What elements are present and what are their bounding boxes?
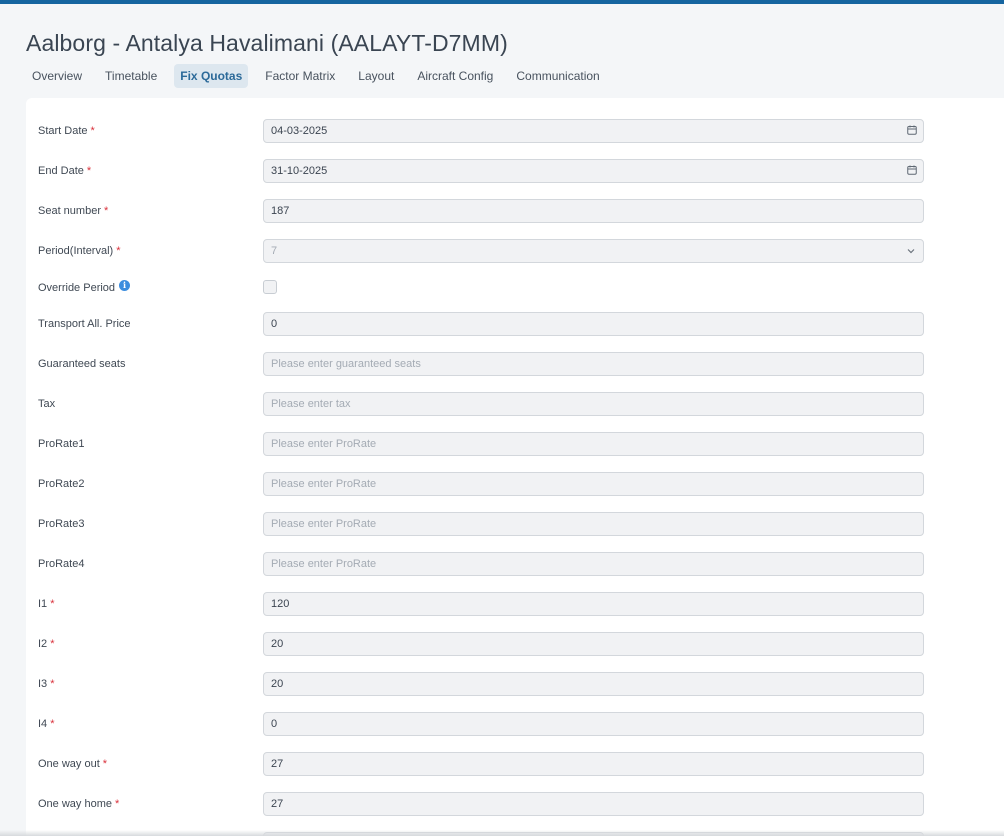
end-date-input[interactable] <box>263 159 924 183</box>
i2-input[interactable] <box>263 632 924 656</box>
form-row-end-date: End Date * <box>26 159 1004 183</box>
tab-overview[interactable]: Overview <box>26 64 88 88</box>
i1-input[interactable] <box>263 592 924 616</box>
form-row-prorate1: ProRate1 <box>26 432 1004 456</box>
chevron-down-icon[interactable] <box>907 248 915 254</box>
tax-label: Tax <box>38 398 56 410</box>
one-way-out-label: One way out <box>38 758 100 770</box>
tax-input[interactable] <box>263 392 924 416</box>
i3-label: I3 <box>38 678 48 690</box>
prorate2-label: ProRate2 <box>38 478 85 490</box>
override-period-checkbox[interactable] <box>263 280 277 294</box>
guaranteed-seats-input[interactable] <box>263 352 924 376</box>
calendar-icon[interactable] <box>907 165 917 175</box>
tab-aircraft-config[interactable]: Aircraft Config <box>411 64 499 88</box>
form-row-tax: Tax <box>26 392 1004 416</box>
required-marker: * <box>50 718 55 730</box>
calendar-icon[interactable] <box>907 125 917 135</box>
prorate4-label: ProRate4 <box>38 558 85 570</box>
form-row-i4: I4 * <box>26 712 1004 736</box>
form-row-period: Period(Interval) * 7 <box>26 239 1004 263</box>
seat-number-label: Seat number <box>38 205 101 217</box>
required-marker: * <box>50 598 55 610</box>
bottom-scroll-shadow <box>0 830 1004 836</box>
prorate3-label: ProRate3 <box>38 518 85 530</box>
tab-bar: Overview Timetable Fix Quotas Factor Mat… <box>26 64 617 88</box>
form-row-i3: I3 * <box>26 672 1004 696</box>
form-row-one-way-out: One way out * <box>26 752 1004 776</box>
form-row-override-period: Override Period i <box>26 276 1004 300</box>
guaranteed-seats-label: Guaranteed seats <box>38 358 126 370</box>
tab-communication[interactable]: Communication <box>510 64 605 88</box>
start-date-label: Start Date <box>38 125 88 137</box>
form-row-start-date: Start Date * <box>26 119 1004 143</box>
required-marker: * <box>102 758 108 770</box>
i3-input[interactable] <box>263 672 924 696</box>
form-row-prorate4: ProRate4 <box>26 552 1004 576</box>
tab-timetable[interactable]: Timetable <box>99 64 163 88</box>
info-icon[interactable]: i <box>119 279 131 291</box>
one-way-home-input[interactable] <box>263 792 924 816</box>
required-marker: * <box>50 678 55 690</box>
form-row-i1: I1 * <box>26 592 1004 616</box>
i2-label: I2 <box>38 638 48 650</box>
i1-label: I1 <box>38 598 48 610</box>
transport-price-label: Transport All. Price <box>38 318 131 330</box>
form-row-guaranteed-seats: Guaranteed seats <box>26 352 1004 376</box>
one-way-out-input[interactable] <box>263 752 924 776</box>
one-way-home-label: One way home <box>38 798 112 810</box>
period-select[interactable]: 7 <box>263 239 924 263</box>
seat-number-input[interactable] <box>263 199 924 223</box>
fix-quotas-form: Start Date * End Date * <box>26 98 1004 836</box>
page-title: Aalborg - Antalya Havalimani (AALAYT-D7M… <box>26 30 508 56</box>
tab-factor-matrix[interactable]: Factor Matrix <box>259 64 341 88</box>
form-row-prorate3: ProRate3 <box>26 512 1004 536</box>
override-period-label: Override Period <box>38 282 116 294</box>
i4-label: I4 <box>38 718 48 730</box>
transport-price-input[interactable] <box>263 312 924 336</box>
required-marker: * <box>50 638 55 650</box>
start-date-input[interactable] <box>263 119 924 143</box>
required-marker: * <box>103 205 109 217</box>
top-accent-bar <box>0 0 1004 4</box>
form-row-i2: I2 * <box>26 632 1004 656</box>
form-row-seat-number: Seat number * <box>26 199 1004 223</box>
required-marker: * <box>116 245 121 257</box>
prorate2-input[interactable] <box>263 472 924 496</box>
end-date-label: End Date <box>38 165 84 177</box>
prorate1-input[interactable] <box>263 432 924 456</box>
prorate3-input[interactable] <box>263 512 924 536</box>
required-marker: * <box>90 125 95 137</box>
form-row-prorate2: ProRate2 <box>26 472 1004 496</box>
prorate1-label: ProRate1 <box>38 438 85 450</box>
prorate4-input[interactable] <box>263 552 924 576</box>
required-marker: * <box>86 165 92 177</box>
i4-input[interactable] <box>263 712 924 736</box>
tab-layout[interactable]: Layout <box>352 64 400 88</box>
tab-fix-quotas[interactable]: Fix Quotas <box>174 64 249 88</box>
form-row-one-way-home: One way home * <box>26 792 1004 816</box>
period-label: Period(Interval) <box>38 245 114 257</box>
required-marker: * <box>114 798 120 810</box>
form-row-transport-price: Transport All. Price <box>26 312 1004 336</box>
